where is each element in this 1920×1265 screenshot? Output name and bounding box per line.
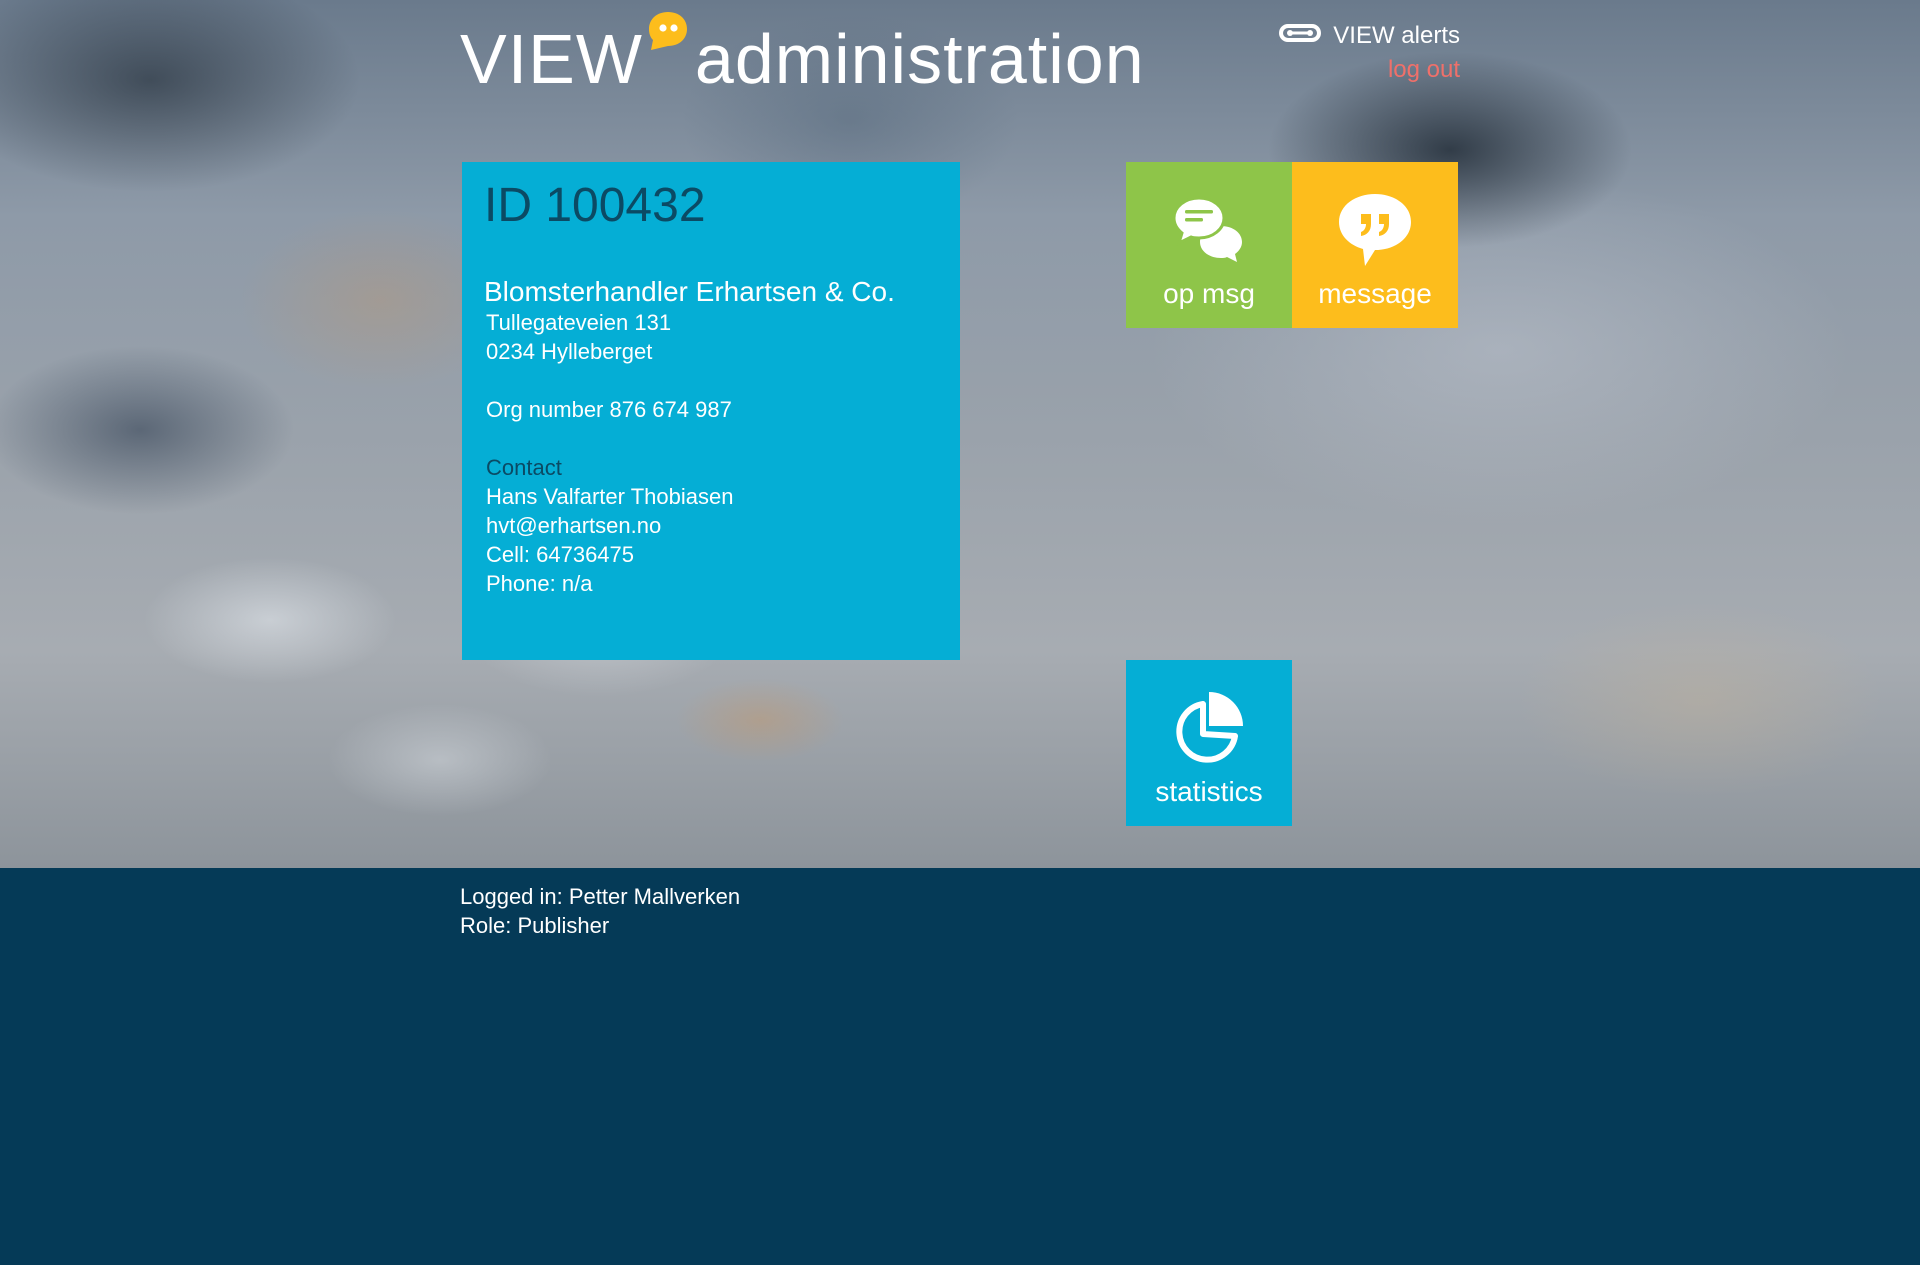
chat-bubbles-icon — [1169, 190, 1249, 270]
message-label: message — [1318, 278, 1432, 309]
statistics-label: statistics — [1155, 776, 1263, 807]
message-tile[interactable]: message — [1292, 162, 1458, 328]
view-alerts-label: VIEW alerts — [1333, 22, 1460, 49]
statistics-tile[interactable]: statistics — [1126, 660, 1292, 826]
session-info-footer: Logged in: Petter Mallverken Role: Publi… — [460, 882, 740, 940]
logged-in-user: Logged in: Petter Mallverken — [460, 884, 741, 909]
contact-heading: Contact — [486, 455, 562, 481]
pie-chart-icon — [1169, 688, 1249, 768]
user-role: Role: Publisher — [460, 913, 610, 938]
customer-info-card: ID 100432 Blomsterhandler Erhartsen & Co… — [462, 162, 960, 660]
contact-cell: Cell: 64736475 — [486, 542, 635, 568]
org-number: Org number 876 674 987 — [486, 397, 732, 423]
contact-phone: Phone: n/a — [486, 571, 593, 597]
main-content: VIEW administration VIEW alerts log out — [460, 0, 1460, 1265]
customer-id: ID 100432 — [484, 179, 706, 232]
logo-view-text: VIEW — [460, 20, 643, 98]
chain-link-icon — [1279, 22, 1322, 50]
op-msg-label: op msg — [1163, 278, 1255, 309]
op-msg-tile[interactable]: op msg — [1126, 162, 1292, 328]
chat-bubble-logo-icon — [647, 10, 689, 50]
logo-administration-text: administration — [694, 20, 1145, 98]
header-links: VIEW alerts log out — [1279, 22, 1460, 84]
company-name: Blomsterhandler Erhartsen & Co. — [484, 275, 895, 307]
quote-bubble-icon — [1335, 190, 1415, 270]
view-alerts-link[interactable]: VIEW alerts — [1279, 22, 1460, 50]
address-postal: 0234 Hylleberget — [486, 339, 653, 365]
logout-link[interactable]: log out — [1279, 56, 1460, 84]
contact-name: Hans Valfarter Thobiasen — [486, 484, 734, 510]
contact-email[interactable]: hvt@erhartsen.no — [484, 511, 938, 540]
app-logo[interactable]: VIEW administration — [460, 12, 1145, 98]
address-street: Tullegateveien 131 — [486, 310, 672, 336]
